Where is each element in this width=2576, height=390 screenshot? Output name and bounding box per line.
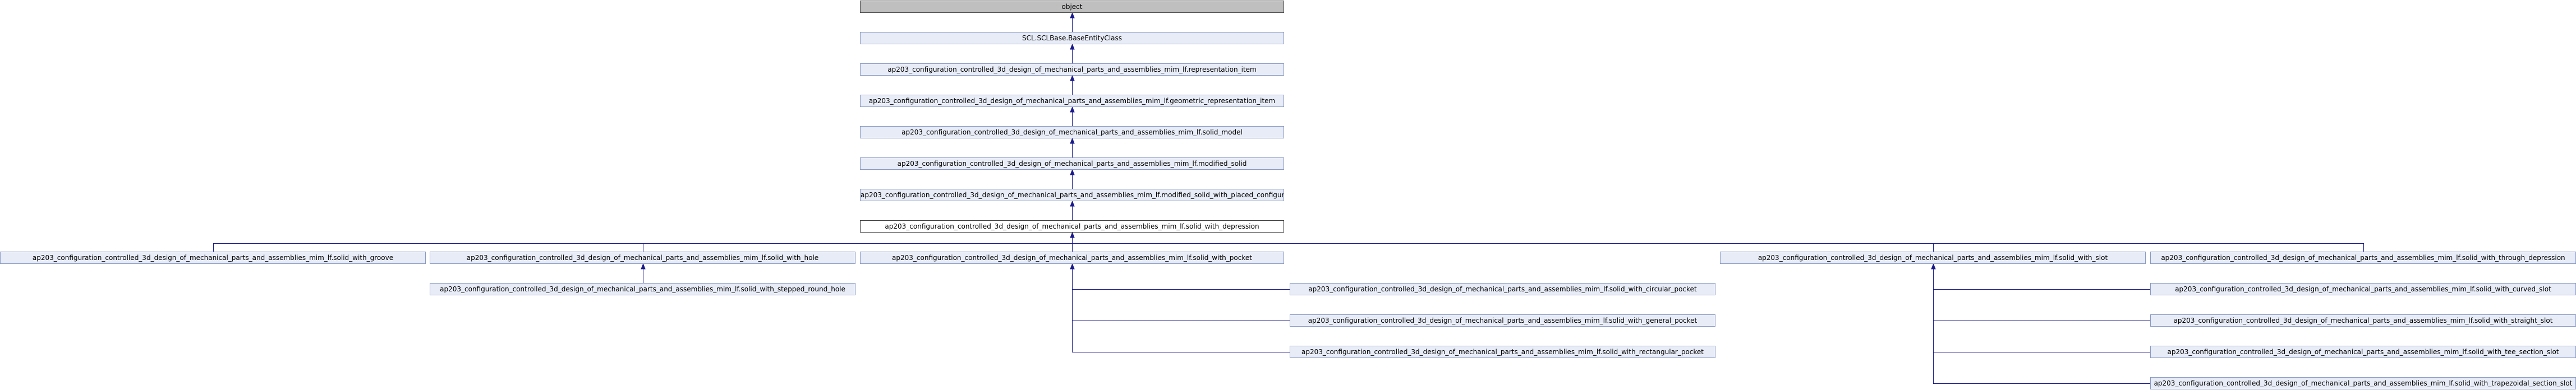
edge-curved-to-slot [1933, 269, 2150, 290]
edge-rect-to-pocket [1072, 269, 1290, 352]
arrowhead-base [1070, 43, 1075, 50]
node-modified-solid[interactable]: ap203_configuration_controlled_3d_design… [860, 157, 1284, 170]
node-solid-with-rectangular-pocket[interactable]: ap203_configuration_controlled_3d_design… [1290, 346, 1715, 358]
arrowhead-object [1070, 12, 1075, 18]
node-geometric-representation-item[interactable]: ap203_configuration_controlled_3d_design… [860, 95, 1284, 107]
node-solid-with-pocket[interactable]: ap203_configuration_controlled_3d_design… [860, 252, 1284, 264]
edge-hole-to-depression [643, 238, 1073, 252]
node-modified-solid-with-placed-configuration[interactable]: ap203_configuration_controlled_3d_design… [860, 189, 1284, 201]
arrowhead-repr [1070, 75, 1075, 81]
node-solid-with-hole[interactable]: ap203_configuration_controlled_3d_design… [430, 252, 855, 264]
node-solid-with-slot[interactable]: ap203_configuration_controlled_3d_design… [1720, 252, 2146, 264]
edge-tee-to-slot [1933, 269, 2150, 352]
node-solid-with-through-depression[interactable]: ap203_configuration_controlled_3d_design… [2150, 252, 2576, 264]
arrowhead-solid_model [1070, 137, 1075, 144]
node-object[interactable]: object [860, 1, 1284, 13]
arrowhead-modified_solid [1070, 169, 1075, 175]
node-solid-with-trapezoidal-section-slot[interactable]: ap203_configuration_controlled_3d_design… [2150, 377, 2576, 389]
arrowhead-geom [1070, 106, 1075, 113]
edge-straight-to-slot [1933, 269, 2150, 321]
arrowhead-depression [1070, 231, 1075, 238]
node-solid-with-curved-slot[interactable]: ap203_configuration_controlled_3d_design… [2150, 283, 2576, 295]
node-base-entity-class[interactable]: SCL.SCLBase.BaseEntityClass [860, 32, 1284, 44]
node-solid-model[interactable]: ap203_configuration_controlled_3d_design… [860, 126, 1284, 138]
node-solid-with-groove[interactable]: ap203_configuration_controlled_3d_design… [0, 252, 426, 264]
node-solid-with-tee-section-slot[interactable]: ap203_configuration_controlled_3d_design… [2150, 346, 2576, 358]
edge-slot-to-depression [1072, 238, 1934, 252]
node-solid-with-stepped-round-hole[interactable]: ap203_configuration_controlled_3d_design… [430, 283, 855, 295]
node-representation-item[interactable]: ap203_configuration_controlled_3d_design… [860, 63, 1284, 76]
arrowhead-placed_config [1070, 200, 1075, 207]
edge-trap-to-slot [1933, 269, 2150, 384]
inheritance-edges [213, 12, 2364, 384]
arrowhead-pocket [1070, 263, 1075, 270]
arrowhead-slot [1931, 263, 1936, 270]
edge-through-to-depression [1072, 238, 2364, 252]
node-solid-with-general-pocket[interactable]: ap203_configuration_controlled_3d_design… [1290, 314, 1715, 327]
edge-general-to-pocket [1072, 269, 1290, 321]
arrowhead-hole [641, 263, 646, 270]
node-solid-with-depression[interactable]: ap203_configuration_controlled_3d_design… [860, 220, 1284, 233]
node-solid-with-straight-slot[interactable]: ap203_configuration_controlled_3d_design… [2150, 314, 2576, 327]
node-solid-with-circular-pocket[interactable]: ap203_configuration_controlled_3d_design… [1290, 283, 1715, 295]
edge-circular-to-pocket [1072, 269, 1290, 290]
